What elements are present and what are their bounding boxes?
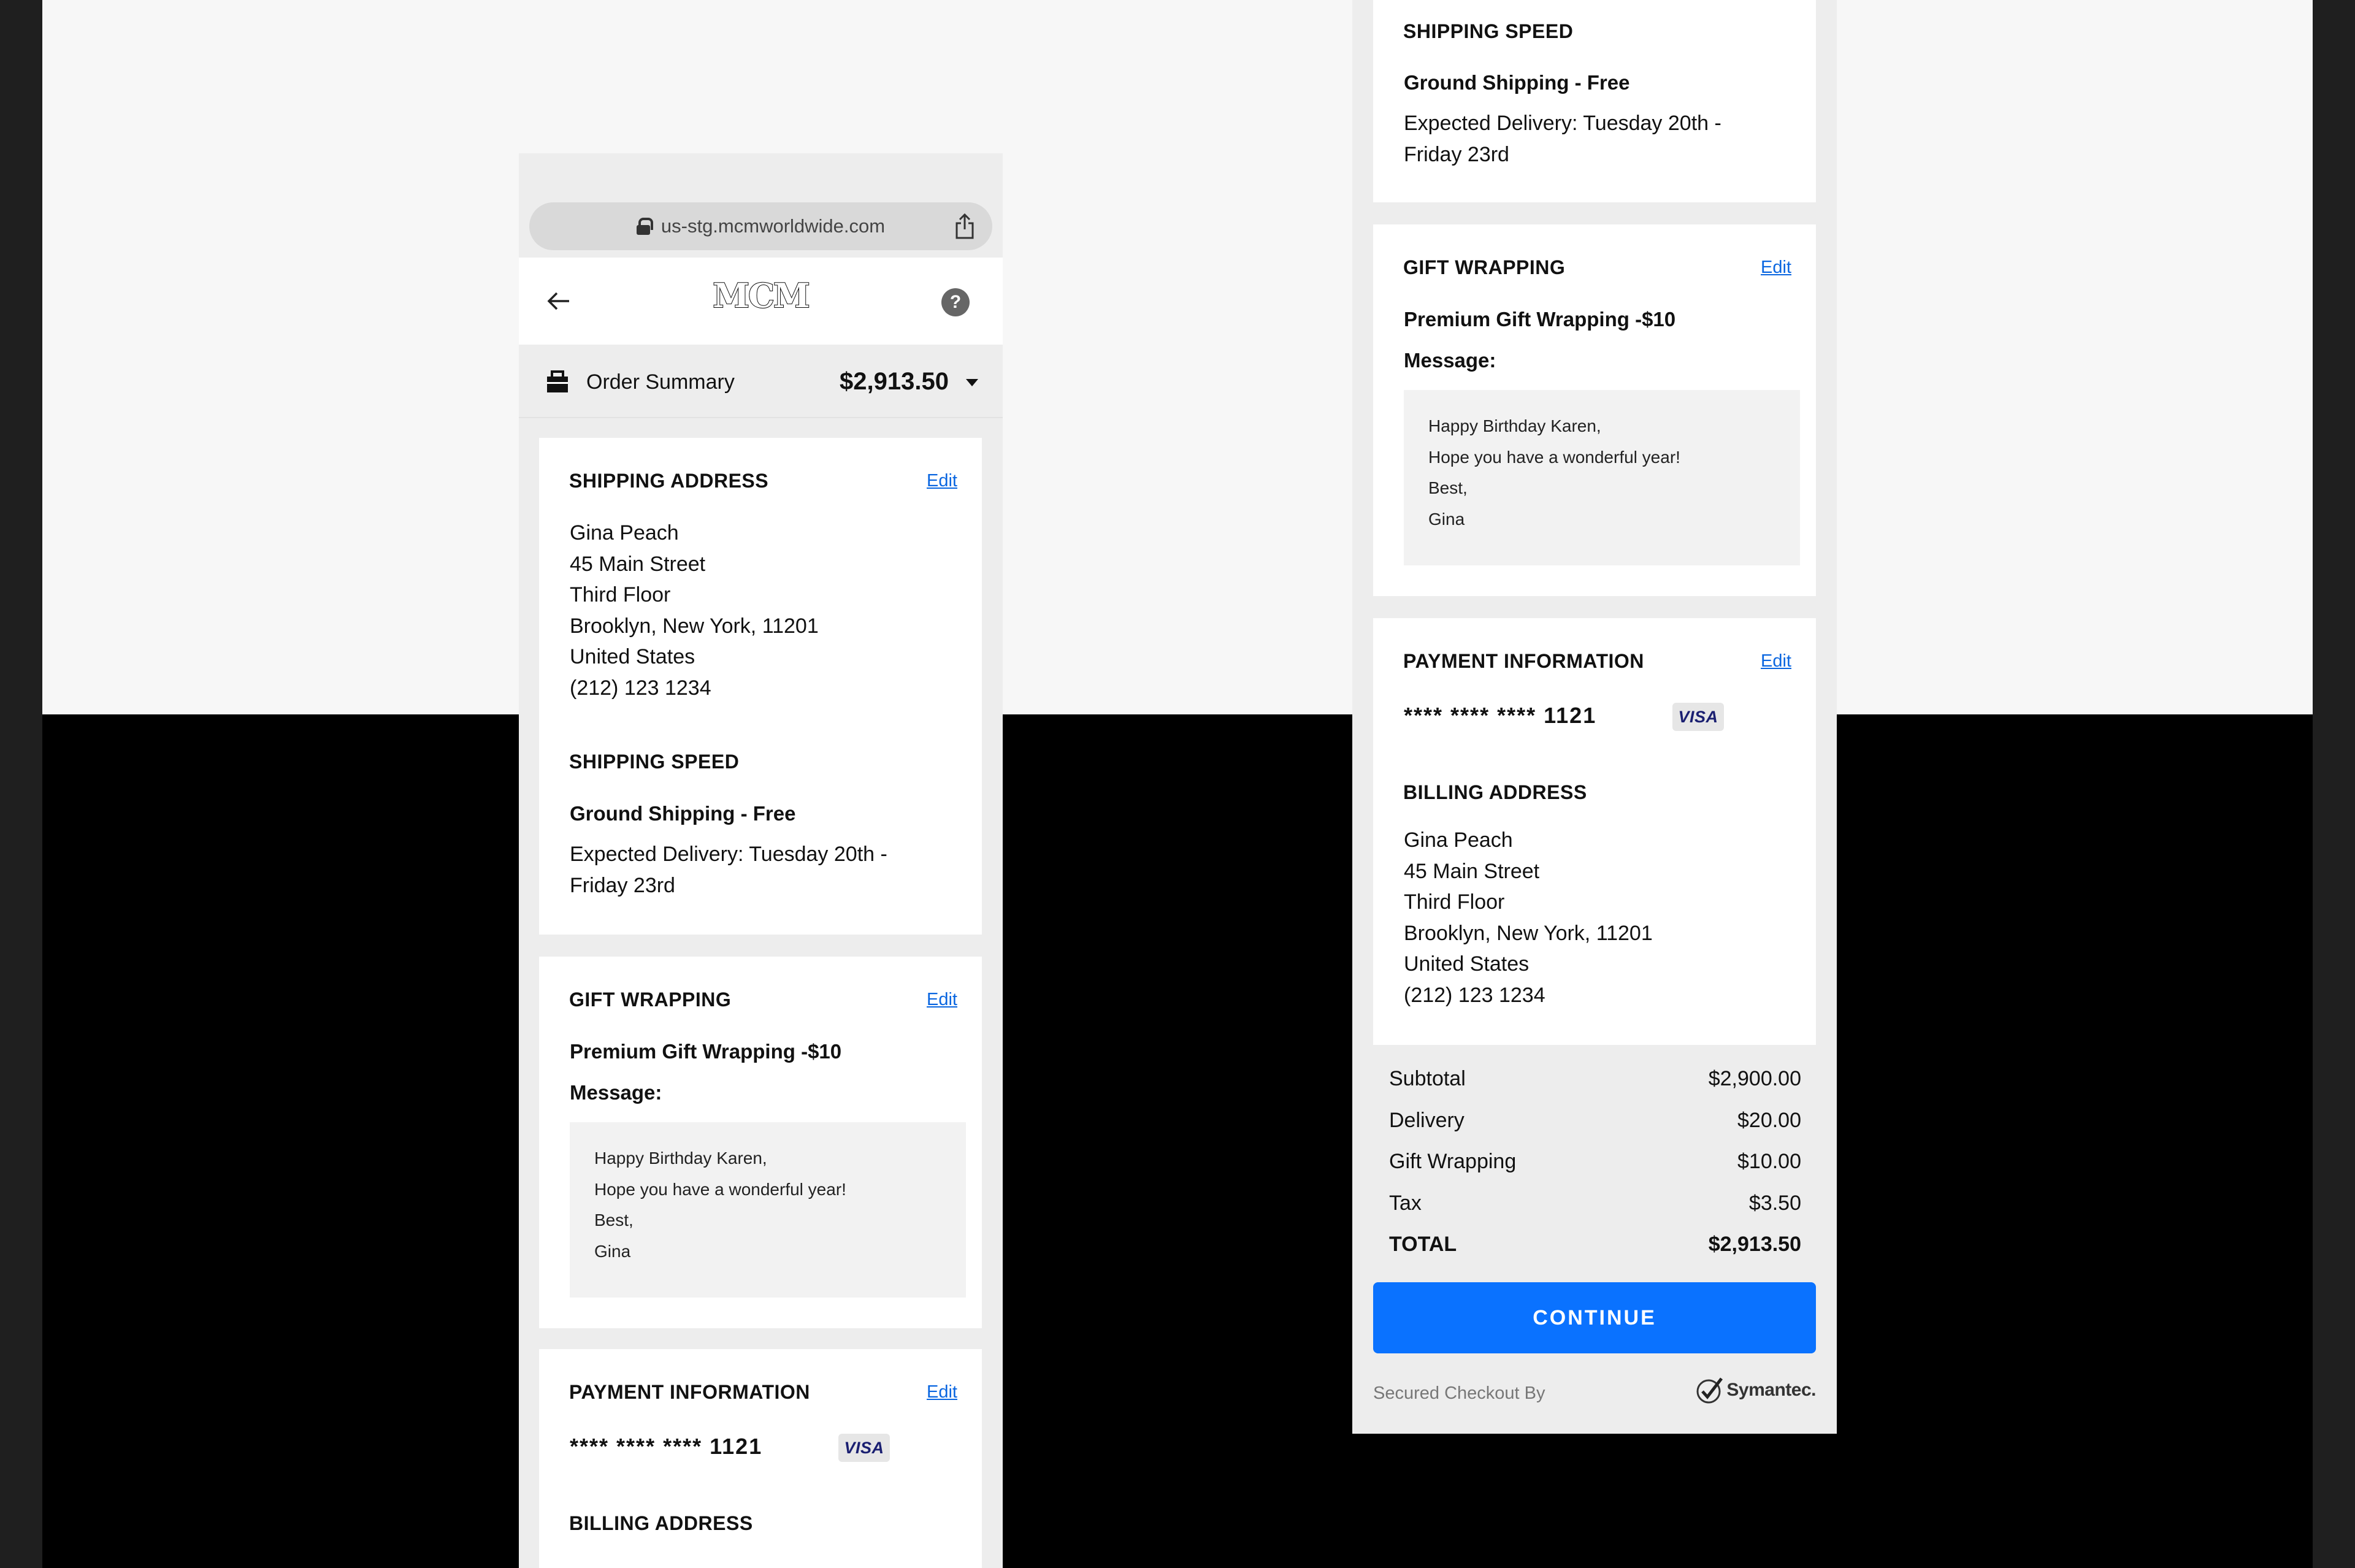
- canvas-bottom: [42, 714, 2313, 1568]
- totals-label: Tax: [1389, 1191, 1422, 1215]
- totals-value: $20.00: [1737, 1108, 1801, 1132]
- totals-label: Subtotal: [1389, 1067, 1466, 1091]
- shipping-card: SHIPPING ADDRESS Edit Gina Peach 45 Main…: [539, 438, 982, 935]
- url-text: us-stg.mcmworldwide.com: [661, 215, 886, 237]
- address-line: Gina Peach: [1404, 828, 1513, 852]
- symantec-check-icon: [1696, 1377, 1723, 1404]
- totals-value: $3.50: [1748, 1191, 1801, 1215]
- address-line: United States: [1404, 952, 1530, 976]
- address-line: Third Floor: [570, 583, 671, 606]
- gift-wrapping-card: GIFT WRAPPING Edit Premium Gift Wrapping…: [1373, 224, 1816, 596]
- lock-icon: [636, 218, 653, 235]
- totals-row-subtotal: Subtotal $2,900.00: [1389, 1058, 1801, 1100]
- shipping-speed-title: SHIPPING SPEED: [569, 751, 740, 773]
- gift-message-box: Happy Birthday Karen, Hope you have a wo…: [1404, 390, 1800, 565]
- edit-payment-link[interactable]: Edit: [927, 1382, 957, 1402]
- address-line: Brooklyn, New York, 11201: [570, 614, 819, 638]
- gift-message-line: Happy Birthday Karen,: [594, 1149, 767, 1168]
- edit-payment-link[interactable]: Edit: [1761, 651, 1791, 671]
- expected-delivery-line: Friday 23rd: [570, 873, 675, 897]
- billing-address-title: BILLING ADDRESS: [1403, 781, 1587, 803]
- totals-value: $2,913.50: [1708, 1233, 1801, 1256]
- shipping-address-title: SHIPPING ADDRESS: [569, 470, 769, 492]
- mcm-logo[interactable]: MCM: [519, 275, 1003, 316]
- order-summary-label: Order Summary: [586, 370, 735, 394]
- gift-message-line: Hope you have a wonderful year!: [594, 1179, 846, 1199]
- payment-information-title: PAYMENT INFORMATION: [1403, 650, 1644, 672]
- caret-down-icon: [966, 379, 978, 386]
- secured-checkout-label: Secured Checkout By: [1373, 1383, 1545, 1403]
- totals-row-total: TOTAL $2,913.50: [1389, 1224, 1801, 1266]
- expected-delivery: Expected Delivery: Tuesday 20th - Friday…: [1404, 108, 1721, 170]
- address-bar[interactable]: us-stg.mcmworldwide.com: [529, 202, 992, 250]
- billing-address-title: BILLING ADDRESS: [569, 1512, 753, 1534]
- totals-row-gift-wrapping: Gift Wrapping $10.00: [1389, 1141, 1801, 1183]
- billing-address-lines: Gina Peach 45 Main Street Third Floor Br…: [1404, 825, 1653, 1011]
- order-summary-total: $2,913.50: [840, 368, 949, 395]
- expected-delivery-line: Expected Delivery: Tuesday 20th -: [570, 843, 887, 866]
- address-line: 45 Main Street: [1404, 859, 1540, 883]
- visa-logo-icon: VISA: [1672, 703, 1724, 731]
- address-line: (212) 123 1234: [1404, 983, 1545, 1007]
- browser-chrome: us-stg.mcmworldwide.com: [519, 153, 1003, 258]
- totals-value: $10.00: [1737, 1150, 1801, 1174]
- totals-value: $2,900.00: [1708, 1067, 1801, 1091]
- edit-shipping-address-link[interactable]: Edit: [927, 471, 957, 491]
- payment-card: PAYMENT INFORMATION Edit **** **** **** …: [539, 1349, 982, 1568]
- gift-message-line: Gina: [594, 1241, 631, 1261]
- totals-label: Delivery: [1389, 1108, 1465, 1132]
- share-icon[interactable]: [954, 213, 975, 239]
- canvas-top: [42, 0, 2313, 714]
- gift-message-line: Hope you have a wonderful year!: [1428, 447, 1680, 467]
- address-line: (212) 123 1234: [570, 676, 711, 700]
- gift-wrapping-option: Premium Gift Wrapping -$10: [1404, 308, 1676, 331]
- expected-delivery-line: Expected Delivery: Tuesday 20th -: [1404, 112, 1721, 135]
- help-icon[interactable]: ?: [941, 288, 970, 316]
- symantec-badge: Symantec.: [1696, 1374, 1816, 1407]
- address-line: United States: [570, 645, 695, 668]
- gift-message-line: Best,: [1428, 478, 1468, 497]
- shipping-address-lines: Gina Peach 45 Main Street Third Floor Br…: [570, 518, 819, 703]
- gift-message-label: Message:: [570, 1081, 662, 1104]
- shopping-bag-icon: [547, 370, 568, 392]
- gift-message-box: Happy Birthday Karen, Hope you have a wo…: [570, 1122, 966, 1298]
- order-totals: Subtotal $2,900.00 Delivery $20.00 Gift …: [1389, 1058, 1801, 1266]
- symantec-label: Symantec.: [1726, 1380, 1816, 1400]
- edit-gift-wrapping-link[interactable]: Edit: [1761, 258, 1791, 278]
- address-line: Brooklyn, New York, 11201: [1404, 921, 1653, 945]
- totals-row-delivery: Delivery $20.00: [1389, 1100, 1801, 1142]
- gift-message-line: Happy Birthday Karen,: [1428, 416, 1601, 435]
- shipping-method: Ground Shipping - Free: [1404, 71, 1630, 94]
- gift-message-line: Best,: [594, 1210, 634, 1230]
- gift-message-label: Message:: [1404, 349, 1496, 372]
- totals-row-tax: Tax $3.50: [1389, 1183, 1801, 1225]
- phone-screen-top: us-stg.mcmworldwide.com MCM ? Order Summ…: [519, 153, 1003, 1568]
- card-number: **** **** **** 1121: [1404, 703, 1597, 728]
- payment-card: PAYMENT INFORMATION Edit **** **** **** …: [1373, 618, 1816, 1045]
- order-summary-toggle[interactable]: Order Summary $2,913.50: [519, 345, 1003, 418]
- totals-label: Gift Wrapping: [1389, 1150, 1517, 1174]
- expected-delivery: Expected Delivery: Tuesday 20th - Friday…: [570, 839, 887, 901]
- phone-screen-bottom: SHIPPING SPEED Ground Shipping - Free Ex…: [1352, 0, 1837, 1434]
- shipping-speed-title: SHIPPING SPEED: [1403, 20, 1574, 42]
- app-header: MCM ?: [519, 258, 1003, 345]
- gift-wrapping-option: Premium Gift Wrapping -$10: [570, 1040, 842, 1063]
- visa-logo-icon: VISA: [838, 1434, 890, 1462]
- gift-wrapping-title: GIFT WRAPPING: [569, 989, 732, 1011]
- address-line: Third Floor: [1404, 890, 1505, 914]
- gift-message-line: Gina: [1428, 509, 1465, 529]
- address-line: Gina Peach: [570, 521, 679, 545]
- shipping-speed-card: SHIPPING SPEED Ground Shipping - Free Ex…: [1373, 0, 1816, 202]
- card-number: **** **** **** 1121: [570, 1434, 763, 1459]
- edit-gift-wrapping-link[interactable]: Edit: [927, 990, 957, 1010]
- shipping-method: Ground Shipping - Free: [570, 802, 796, 825]
- gift-wrapping-card: GIFT WRAPPING Edit Premium Gift Wrapping…: [539, 957, 982, 1328]
- address-line: 45 Main Street: [570, 552, 706, 576]
- payment-information-title: PAYMENT INFORMATION: [569, 1381, 810, 1403]
- continue-button[interactable]: CONTINUE: [1373, 1282, 1816, 1353]
- totals-label: TOTAL: [1389, 1233, 1457, 1256]
- gift-wrapping-title: GIFT WRAPPING: [1403, 256, 1566, 278]
- expected-delivery-line: Friday 23rd: [1404, 142, 1509, 166]
